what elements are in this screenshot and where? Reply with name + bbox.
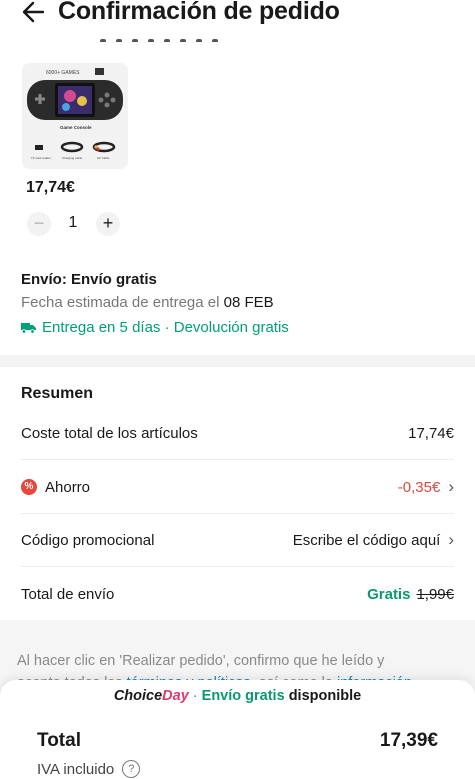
scrolled-text-fragment	[100, 30, 260, 42]
savings-row[interactable]: % Ahorro -0,35€ ›	[21, 477, 454, 497]
shipping-total-row: Total de envío Gratis 1,99€	[21, 584, 454, 604]
banner-separator: ·	[188, 688, 202, 704]
vat-label: IVA incluido	[37, 760, 115, 778]
row-divider	[21, 459, 454, 460]
help-icon[interactable]: ?	[122, 760, 141, 778]
day-label: Day	[162, 688, 189, 704]
delivery-info: Entrega en 5 días · Devolución gratis	[21, 319, 289, 336]
row-divider	[21, 513, 454, 514]
savings-label: Ahorro	[45, 478, 91, 496]
choice-label: Choice	[113, 688, 163, 704]
chevron-right-icon: ›	[448, 530, 454, 549]
row-divider	[21, 566, 454, 567]
image-accessory-3: AV Cable	[97, 156, 110, 160]
savings-value: -0,35€	[397, 478, 441, 496]
image-badge-text: 6000+ GAMES	[46, 70, 80, 76]
arrow-left-icon[interactable]	[20, 0, 48, 26]
image-accessory-1: TF card reader	[31, 156, 51, 160]
image-accessory-2: Charging cable	[62, 156, 83, 160]
game-console-image: 6000+ GAMES Game Console TF card reader …	[22, 63, 128, 169]
items-total-row: Coste total de los artículos 17,74€	[21, 423, 454, 443]
vat-info: IVA incluido ?	[37, 760, 141, 778]
product-image[interactable]: 6000+ GAMES Game Console TF card reader …	[22, 63, 128, 169]
summary-title: Resumen	[21, 385, 94, 402]
choice-day-banner: ChoiceDay · Envío gratis disponible	[0, 688, 475, 704]
chevron-right-icon: ›	[448, 477, 454, 496]
total-value: 17,39€	[379, 730, 438, 751]
quantity-decrease-button[interactable]: −	[27, 212, 51, 236]
shipping-total-value: Gratis	[367, 585, 411, 603]
total-label: Total	[37, 730, 81, 751]
top-bar: Confirmación de pedido	[0, 0, 475, 30]
back-button[interactable]	[20, 0, 48, 26]
estimated-delivery-label: Fecha estimada de entrega el	[21, 294, 220, 311]
quantity-value: 1	[68, 214, 78, 231]
page-title: Confirmación de pedido	[58, 0, 340, 25]
delivery-text: Entrega en 5 días · Devolución gratis	[42, 319, 289, 336]
truck-icon	[21, 322, 36, 334]
promo-code-row[interactable]: Código promocional Escribe el código aqu…	[21, 530, 454, 550]
section-divider	[0, 355, 475, 367]
items-total-value: 17,74€	[408, 424, 454, 442]
shipping-original-price: 1,99€	[416, 585, 454, 603]
discount-icon: %	[21, 479, 37, 495]
available-label: disponible	[288, 688, 362, 704]
promo-code-input-link[interactable]: Escribe el código aquí	[293, 532, 441, 549]
legal-line-1: Al hacer clic en 'Realizar pedido', conf…	[17, 653, 385, 669]
product-price: 17,74€	[26, 179, 75, 196]
quantity-increase-button[interactable]: +	[96, 212, 120, 236]
promo-code-label: Código promocional	[21, 531, 155, 549]
items-total-label: Coste total de los artículos	[21, 424, 198, 442]
estimated-delivery: Fecha estimada de entrega el 08 FEB	[21, 294, 274, 311]
shipping-total-label: Total de envío	[21, 585, 115, 603]
estimated-delivery-date: 08 FEB	[223, 294, 274, 311]
shipping-method-title: Envío: Envío gratis	[21, 271, 157, 288]
image-caption-text: Game Console	[60, 125, 92, 130]
free-shipping-label: Envío gratis	[201, 688, 285, 704]
